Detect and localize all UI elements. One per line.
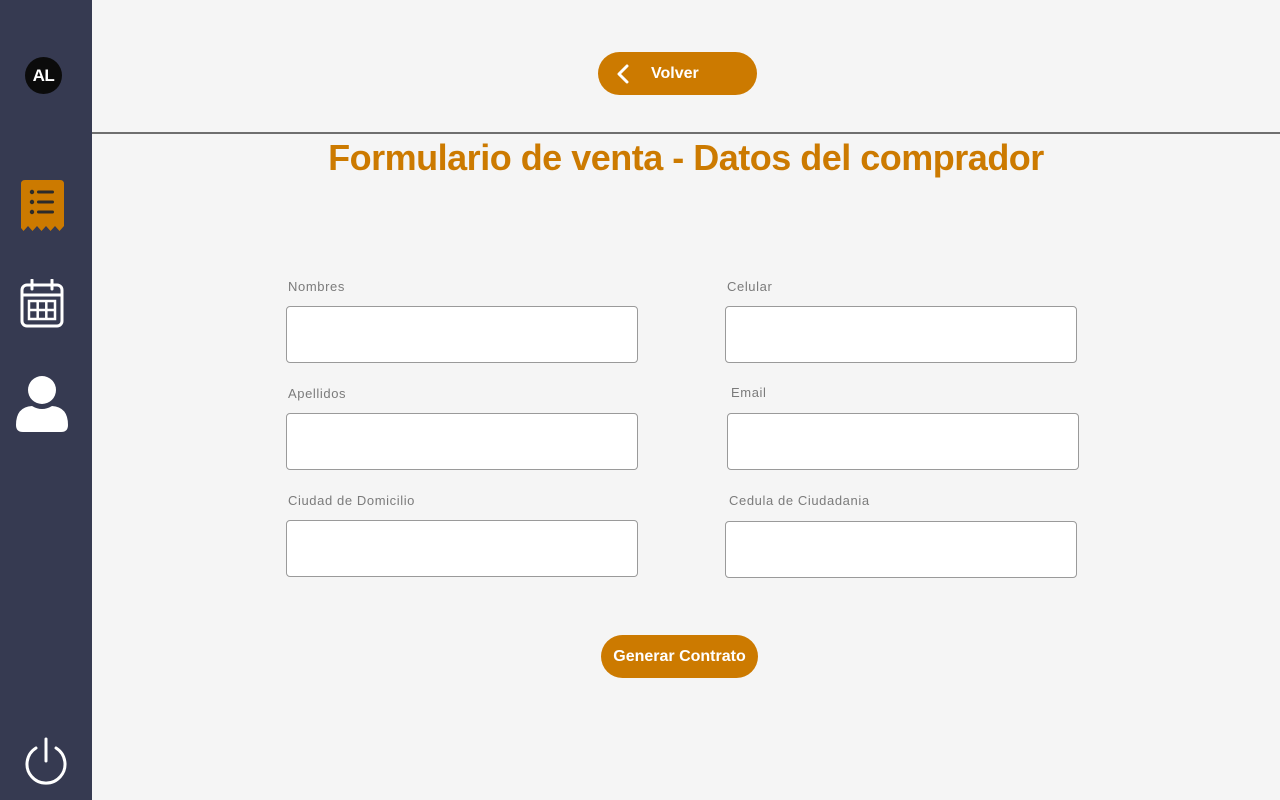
celular-label: Celular — [727, 279, 773, 294]
list-icon — [21, 180, 64, 231]
email-field[interactable] — [727, 413, 1079, 470]
ciudad-field[interactable] — [286, 520, 638, 577]
logo: AL — [25, 57, 62, 94]
sidebar: AL — [0, 0, 92, 800]
nombres-label: Nombres — [288, 279, 345, 294]
cedula-label: Cedula de Ciudadania — [729, 493, 870, 508]
sidebar-item-sales-list[interactable] — [21, 180, 64, 232]
page-title: Formulario de venta - Datos del comprado… — [328, 137, 1044, 178]
power-icon — [25, 737, 67, 785]
sidebar-item-profile[interactable] — [15, 375, 69, 433]
apellidos-field[interactable] — [286, 413, 638, 470]
calendar-icon — [20, 279, 64, 328]
user-icon — [16, 376, 68, 432]
celular-field[interactable] — [725, 306, 1077, 363]
logo-text: AL — [32, 65, 55, 85]
back-button[interactable]: Volver — [598, 52, 757, 95]
logout-button[interactable] — [23, 737, 69, 787]
ciudad-label: Ciudad de Domicilio — [288, 493, 416, 508]
generate-contract-button[interactable]: Generar Contrato — [601, 635, 758, 678]
chevron-left-icon — [617, 64, 629, 84]
back-button-label: Volver — [651, 65, 699, 82]
cedula-field[interactable] — [725, 521, 1077, 578]
sidebar-item-calendar[interactable] — [20, 279, 64, 329]
email-label: Email — [731, 385, 767, 400]
header-divider — [92, 132, 1280, 134]
apellidos-label: Apellidos — [288, 386, 347, 401]
nombres-field[interactable] — [286, 306, 638, 363]
